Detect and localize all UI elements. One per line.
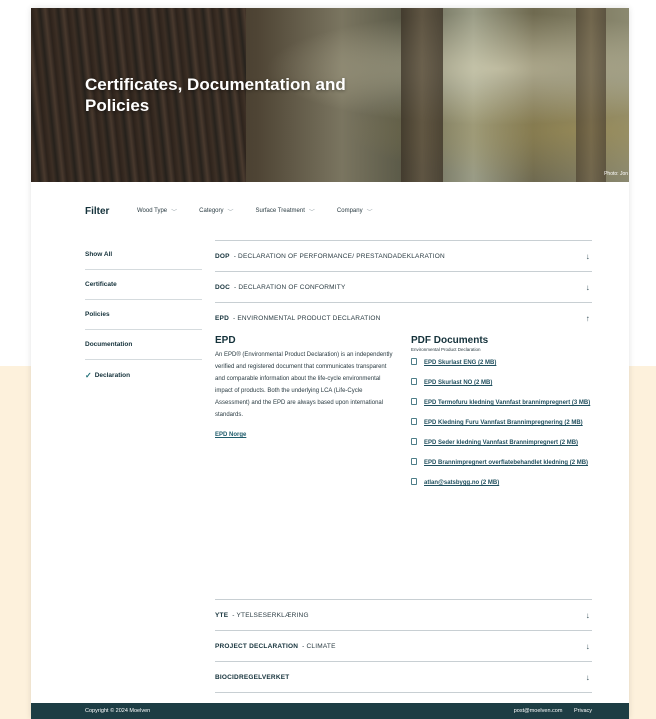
arrow-down-icon: ↓ — [585, 282, 590, 292]
accordion-label: - DECLARATION OF PERFORMANCE/ PRESTANDAD… — [233, 252, 445, 260]
filter-bar: Filter Wood Type ﹀ Category ﹀ Surface Tr… — [85, 204, 585, 218]
pdf-document-label: EPD Skurlast NO (2 MB) — [424, 380, 493, 386]
chevron-down-icon: ﹀ — [171, 209, 178, 216]
sidebar-item-label: Declaration — [94, 371, 131, 379]
hero-image-tree-trunk — [401, 8, 443, 182]
filter-dropdown-label: Wood Type — [137, 208, 168, 214]
filter-dropdown-label: Surface Treatment — [255, 208, 305, 214]
document-icon — [411, 478, 417, 485]
accordion-item-doc: DOC - DECLARATION OF CONFORMITY ↓ — [215, 272, 592, 303]
document-icon — [411, 378, 417, 385]
accordion-label: - CLIMATE — [302, 642, 336, 650]
arrow-down-icon: ↓ — [585, 251, 590, 261]
sidebar-item-documentation[interactable]: Documentation — [85, 330, 202, 360]
accordion-header-epd[interactable]: EPD - ENVIRONMENTAL PRODUCT DECLARATION ↑ — [215, 303, 592, 333]
declaration-accordion: DOP - DECLARATION OF PERFORMANCE/ PRESTAN… — [215, 240, 592, 693]
accordion-label: - ENVIRONMENTAL PRODUCT DECLARATION — [232, 314, 381, 322]
sidebar-item-certificate[interactable]: Certificate — [85, 270, 202, 300]
footer-privacy-link[interactable]: Privacy — [574, 708, 592, 714]
filter-dropdown-surface-treatment[interactable]: Surface Treatment ﹀ — [256, 207, 315, 216]
pdf-document-link[interactable]: EPD Skurlast ENG (2 MB) — [411, 358, 597, 369]
pdf-document-label: atlan@satsbygg.no (2 MB) — [424, 480, 500, 486]
document-icon — [411, 418, 417, 425]
pdf-document-label: EPD Seder kledning Vannfast Brannimpregn… — [424, 440, 579, 446]
accordion-body-epd: EPD An EPD® (Environmental Product Decla… — [215, 333, 592, 599]
hero-image-tree-trunk — [576, 8, 606, 182]
check-icon: ✓ — [85, 370, 92, 380]
pdf-document-link[interactable]: EPD Seder kledning Vannfast Brannimpregn… — [411, 438, 597, 449]
pdf-document-link[interactable]: EPD Brannimpregnert overflatebehandlet k… — [411, 458, 597, 469]
accordion-header-yte[interactable]: YTE - YTELSESERKLÆRING ↓ — [215, 600, 592, 630]
chevron-down-icon: ﹀ — [366, 209, 373, 216]
document-icon — [411, 398, 417, 405]
footer-copyright: Copyright © 2024 Moelven — [85, 708, 151, 714]
pdf-document-link[interactable]: EPD Termofuru kledning Vannfast brannimp… — [411, 398, 597, 409]
filter-dropdown-label: Company — [336, 208, 363, 214]
pdf-documents-subtitle: Environmental Product Declaration — [411, 347, 481, 352]
accordion-label: - DECLARATION OF CONFORMITY — [234, 283, 346, 291]
pdf-document-label: EPD Skurlast ENG (2 MB) — [424, 360, 497, 366]
accordion-item-yte: YTE - YTELSESERKLÆRING ↓ — [215, 600, 592, 631]
arrow-up-icon: ↑ — [585, 313, 590, 323]
pdf-document-link[interactable]: atlan@satsbygg.no (2 MB) — [411, 478, 597, 489]
accordion-header-dop[interactable]: DOP - DECLARATION OF PERFORMANCE/ PRESTAN… — [215, 241, 592, 271]
pdf-documents-heading: PDF Documents — [411, 335, 489, 346]
sidebar-item-label: Policies — [85, 311, 110, 318]
accordion-code: PROJECT DECLARATION — [215, 642, 299, 650]
sidebar-item-label: Documentation — [85, 341, 133, 348]
epd-heading: EPD — [215, 335, 236, 346]
accordion-item-epd: EPD - ENVIRONMENTAL PRODUCT DECLARATION ↑… — [215, 303, 592, 600]
photo-credit: Photo: Jon — [604, 171, 628, 177]
accordion-header-doc[interactable]: DOC - DECLARATION OF CONFORMITY ↓ — [215, 272, 592, 302]
accordion-item-dop: DOP - DECLARATION OF PERFORMANCE/ PRESTAN… — [215, 240, 592, 272]
accordion-item-biocidregelverket: BIOCIDREGELVERKET ↓ — [215, 662, 592, 693]
pdf-document-link[interactable]: EPD Kledning Furu Vannfast Brannimpregne… — [411, 418, 597, 429]
hero-banner: Certificates, Documentation and Policies… — [31, 8, 629, 182]
pdf-documents: PDF Documents Environmental Product Decl… — [411, 335, 597, 498]
epd-description: An EPD® (Environmental Product Declarati… — [215, 352, 393, 418]
document-icon — [411, 438, 417, 445]
epd-norge-link[interactable]: EPD Norge — [215, 432, 246, 438]
pdf-document-label: EPD Brannimpregnert overflatebehandlet k… — [424, 460, 589, 466]
category-sidebar: Show All Certificate Policies Documentat… — [85, 240, 202, 390]
accordion-code: EPD — [215, 314, 229, 322]
site-footer: Copyright © 2024 Moelven post@moelven.co… — [31, 703, 629, 719]
accordion-item-project-declaration: PROJECT DECLARATION - CLIMATE ↓ — [215, 631, 592, 662]
pdf-document-link[interactable]: EPD Skurlast NO (2 MB) — [411, 378, 597, 389]
chevron-down-icon: ﹀ — [308, 209, 315, 216]
accordion-header-biocidregelverket[interactable]: BIOCIDREGELVERKET ↓ — [215, 662, 592, 692]
footer-email-link[interactable]: post@moelven.com — [514, 708, 563, 714]
arrow-down-icon: ↓ — [585, 610, 590, 620]
epd-info: EPD An EPD® (Environmental Product Decla… — [215, 335, 397, 441]
accordion-code: DOP — [215, 252, 230, 260]
page-title: Certificates, Documentation and Policies — [85, 75, 346, 115]
accordion-code: DOC — [215, 283, 231, 291]
sidebar-item-declaration[interactable]: ✓ Declaration — [85, 360, 202, 390]
accordion-label: - YTELSESERKLÆRING — [232, 611, 309, 619]
filter-title: Filter — [85, 205, 110, 217]
chevron-down-icon: ﹀ — [227, 209, 234, 216]
accordion-code: YTE — [215, 611, 229, 619]
filter-dropdown-wood-type[interactable]: Wood Type ﹀ — [137, 207, 177, 216]
filter-dropdown-company[interactable]: Company ﹀ — [337, 207, 373, 216]
pdf-document-label: EPD Kledning Furu Vannfast Brannimpregne… — [424, 420, 583, 426]
accordion-header-project-declaration[interactable]: PROJECT DECLARATION - CLIMATE ↓ — [215, 631, 592, 661]
arrow-down-icon: ↓ — [585, 672, 590, 682]
document-icon — [411, 358, 417, 365]
sidebar-item-policies[interactable]: Policies — [85, 300, 202, 330]
document-icon — [411, 458, 417, 465]
arrow-down-icon: ↓ — [585, 641, 590, 651]
sidebar-item-show-all[interactable]: Show All — [85, 240, 202, 270]
sidebar-item-label: Certificate — [85, 281, 117, 288]
filter-dropdown-label: Category — [199, 208, 224, 214]
page-card: Certificates, Documentation and Policies… — [31, 8, 629, 719]
filter-dropdown-category[interactable]: Category ﹀ — [199, 207, 233, 216]
footer-links: post@moelven.com Privacy — [504, 708, 592, 714]
sidebar-item-label: Show All — [85, 251, 113, 258]
pdf-document-label: EPD Termofuru kledning Vannfast brannimp… — [424, 400, 591, 406]
accordion-code: BIOCIDREGELVERKET — [215, 673, 290, 681]
